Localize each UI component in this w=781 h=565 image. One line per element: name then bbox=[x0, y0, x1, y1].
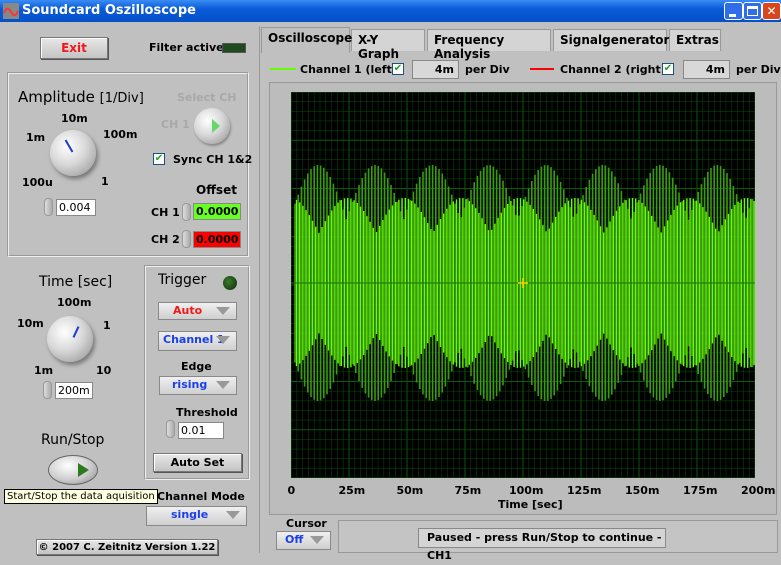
channel1-checkbox[interactable]: ✔ bbox=[392, 63, 404, 75]
tab-x-y-graph[interactable]: X-Y Graph bbox=[351, 29, 425, 61]
offset-ch2-spinner[interactable] bbox=[182, 230, 191, 248]
time-tick: 1m bbox=[34, 364, 54, 377]
amplitude-spinner[interactable] bbox=[44, 198, 53, 216]
x-tick-label: 100m bbox=[509, 484, 544, 497]
cursor-label: Cursor bbox=[286, 517, 327, 530]
tab-oscilloscope[interactable]: Oscilloscope bbox=[261, 27, 352, 53]
offset-ch2-label: CH 2 bbox=[151, 233, 180, 246]
offset-ch1-label: CH 1 bbox=[151, 206, 180, 219]
threshold-input[interactable]: 0.01 bbox=[178, 422, 224, 439]
select-ch-value: CH 1 bbox=[161, 118, 190, 131]
x-axis-label: Time [sec] bbox=[498, 498, 563, 511]
channel1-legend-line bbox=[270, 68, 296, 70]
runstop-button[interactable] bbox=[48, 455, 98, 485]
channel2-legend-line bbox=[530, 68, 554, 70]
amp-tick: 100m bbox=[103, 128, 138, 141]
time-input[interactable]: 200m bbox=[55, 382, 93, 399]
amplitude-input[interactable]: 0.004 bbox=[56, 199, 96, 216]
sync-checkbox[interactable]: ✔ bbox=[153, 153, 165, 165]
trigger-channel-dropdown[interactable]: Channel 1 bbox=[158, 331, 237, 351]
x-tick-label: 0 bbox=[287, 484, 296, 497]
runstop-label: Run/Stop bbox=[41, 432, 105, 448]
x-tick-label: 25m bbox=[338, 484, 366, 497]
offset-ch1-spinner[interactable] bbox=[182, 203, 191, 221]
app-icon bbox=[3, 3, 19, 19]
x-tick-label: 125m bbox=[567, 484, 602, 497]
filter-active-led bbox=[222, 43, 246, 53]
maximize-button[interactable] bbox=[743, 2, 762, 20]
trigger-led bbox=[223, 276, 237, 290]
time-title: Time [sec] bbox=[39, 274, 113, 290]
threshold-spinner[interactable] bbox=[166, 420, 175, 438]
offset-ch1-input[interactable]: 0.0000 bbox=[193, 203, 241, 220]
channel2-label: Channel 2 (right) bbox=[560, 63, 666, 76]
tab-frequency-analysis[interactable]: Frequency Analysis bbox=[427, 29, 551, 61]
autoset-button[interactable]: Auto Set bbox=[153, 453, 242, 472]
time-tick: 10 bbox=[96, 364, 112, 377]
time-knob[interactable] bbox=[47, 316, 93, 362]
amp-tick: 1m bbox=[26, 131, 46, 144]
edge-label: Edge bbox=[181, 360, 212, 373]
channel-mode-dropdown[interactable]: single bbox=[146, 506, 247, 526]
amp-tick: 1 bbox=[101, 175, 109, 188]
minimize-button[interactable] bbox=[724, 2, 743, 20]
status-text: Paused - press Run/Stop to continue - CH… bbox=[418, 528, 666, 562]
filter-active-label: Filter active bbox=[149, 41, 224, 54]
edge-dropdown[interactable]: rising bbox=[159, 376, 237, 395]
threshold-label: Threshold bbox=[176, 406, 238, 419]
trigger-mode-dropdown[interactable]: Auto bbox=[158, 302, 237, 320]
channel2-per-div-input[interactable]: 4m bbox=[683, 60, 730, 79]
exit-button[interactable]: Exit bbox=[40, 37, 108, 59]
oscilloscope-plot[interactable] bbox=[291, 92, 755, 478]
close-button[interactable]: ✕ bbox=[762, 2, 781, 20]
channel2-checkbox[interactable]: ✔ bbox=[662, 63, 674, 75]
offset-ch2-input[interactable]: 0.0000 bbox=[193, 231, 241, 248]
select-ch-label: Select CH bbox=[177, 91, 237, 104]
x-tick-label: 75m bbox=[454, 484, 482, 497]
title-bar: Soundcard Oszilloscope ✕ bbox=[0, 0, 781, 22]
sync-label: Sync CH 1&2 bbox=[173, 153, 253, 166]
tab-extras[interactable]: Extras bbox=[669, 29, 721, 51]
time-spinner[interactable] bbox=[43, 381, 52, 399]
channel1-per-div-input[interactable]: 4m bbox=[412, 60, 459, 79]
offset-title: Offset bbox=[196, 183, 237, 197]
amp-tick: 10m bbox=[61, 112, 88, 125]
amp-tick: 100u bbox=[22, 176, 53, 189]
time-tick: 10m bbox=[17, 317, 44, 330]
window-title: Soundcard Oszilloscope bbox=[22, 3, 196, 18]
x-tick-label: 150m bbox=[625, 484, 660, 497]
channel2-per-div-label: per Div bbox=[736, 63, 781, 76]
tab-signalgenerator[interactable]: Signalgenerator bbox=[553, 29, 669, 51]
channel-mode-label: Channel Mode bbox=[157, 490, 245, 503]
x-tick-label: 50m bbox=[396, 484, 424, 497]
time-tick: 1 bbox=[103, 319, 111, 332]
amplitude-title: Amplitude [1/Div] bbox=[18, 88, 144, 106]
amplitude-knob[interactable] bbox=[50, 130, 96, 176]
select-ch-button[interactable] bbox=[194, 108, 230, 144]
channel1-label: Channel 1 (left) bbox=[300, 63, 397, 76]
channel1-per-div-label: per Div bbox=[465, 63, 510, 76]
trigger-title: Trigger bbox=[158, 272, 207, 288]
runstop-tooltip: Start/Stop the data aquisition bbox=[4, 489, 158, 504]
cursor-dropdown[interactable]: Off bbox=[276, 531, 331, 550]
time-tick: 100m bbox=[57, 296, 92, 309]
x-tick-label: 175m bbox=[683, 484, 718, 497]
x-tick-label: 200m bbox=[741, 484, 776, 497]
